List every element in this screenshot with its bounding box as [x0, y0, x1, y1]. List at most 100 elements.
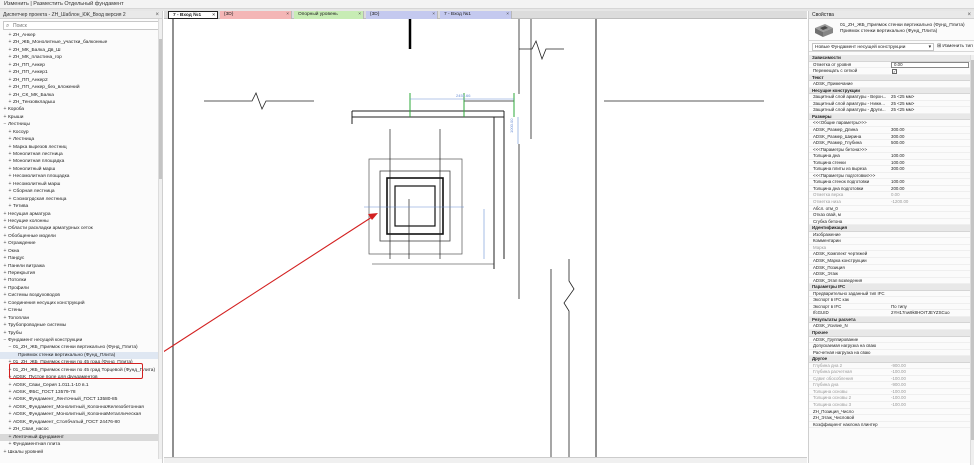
close-icon[interactable]: ×	[155, 11, 159, 19]
tree-item[interactable]: + Пандус	[0, 255, 162, 262]
close-icon[interactable]: ×	[967, 11, 971, 19]
close-tab-icon[interactable]: ×	[432, 11, 435, 19]
tree-item[interactable]: + Крыши	[0, 114, 162, 121]
properties-panel: Свойства × 01_ZH_ЖБ_Приямок стенки верти…	[808, 11, 974, 465]
tree-item[interactable]: + Топоплан	[0, 315, 162, 322]
tree-item[interactable]: + Потолки	[0, 277, 162, 284]
tree-item[interactable]: + Несущая арматура	[0, 211, 162, 218]
tree-item-label: Несомолитная площадка	[13, 174, 70, 180]
browser-scrollbar-thumb[interactable]	[159, 39, 162, 179]
tree-item[interactable]: + ADSK_Фундамент_Монолитный_КолоннаМеталл…	[0, 411, 162, 418]
edit-type-label: Изменить тип	[942, 44, 973, 49]
tree-item[interactable]: + Тетива	[0, 203, 162, 210]
plan-drawing: 2451.66 1000.00	[164, 19, 764, 463]
tree-item[interactable]: + ZH_МК_пластина_гор	[0, 54, 162, 61]
view-tab[interactable]: {3D} ×	[220, 11, 292, 19]
edit-type-button[interactable]: ⊞ Изменить тип	[937, 43, 973, 51]
tree-item[interactable]: + Трубопроводные системы	[0, 322, 162, 329]
tree-item[interactable]: + Области раскладки арматурных сеток	[0, 225, 162, 232]
tree-item[interactable]: + ZH_Анкер	[0, 32, 162, 39]
tree-item[interactable]: + ZH_ПП_Анкер2	[0, 77, 162, 84]
tree-item[interactable]: + ZH_ПП_Анкер_без_вложений	[0, 84, 162, 91]
tree-item[interactable]: + ZH_ПП_Анкер1	[0, 69, 162, 76]
property-row[interactable]: Коэффициент наклона плинтер	[809, 422, 971, 429]
tree-item[interactable]: + Ленточный фундамент	[0, 433, 162, 442]
tree-item[interactable]: + ADSK_Сваи_Серия 1.011.1-10 в.1	[0, 382, 162, 389]
tree-item[interactable]: + Монолитный марш	[0, 166, 162, 173]
type-thumbnail-icon	[815, 24, 833, 37]
tree-item[interactable]: + Шкалы уровней	[0, 449, 162, 456]
tree-item[interactable]: + Несомолитная площадка	[0, 173, 162, 180]
tree-item-label: Крыши	[8, 114, 24, 120]
tree-item[interactable]: + Несомолитный марш	[0, 181, 162, 188]
tree-item[interactable]: + Косоур	[0, 129, 162, 136]
tree-item[interactable]: + Ограждение	[0, 240, 162, 247]
tree-item[interactable]: + Марка вырезов лестниц	[0, 144, 162, 151]
chevron-down-icon: ▾	[928, 45, 931, 50]
tree-item[interactable]: + ZH_Свая_насос	[0, 426, 162, 433]
tree-item[interactable]: + Несущие колонны	[0, 218, 162, 225]
tree-item[interactable]: + ADSK_Фундамент_Монолитный_КолоннаЖелезо…	[0, 404, 162, 411]
view-tab-label: Опорный уровень	[298, 12, 338, 17]
tree-item[interactable]: + Панели витража	[0, 263, 162, 270]
view-tab-label: 7 - Вход №1	[173, 13, 202, 18]
view-tab[interactable]: 7 - Вход №1 ×	[440, 11, 512, 19]
view-tab-label: 7 - Вход №1	[444, 12, 471, 17]
tree-item[interactable]: + Соединения несущих конструкций	[0, 300, 162, 307]
tree-item[interactable]: + ZH_ПП_Анкер	[0, 62, 162, 69]
view-tab[interactable]: {3D} ×	[366, 11, 438, 19]
tree-item-label: Сборная лестница	[13, 189, 55, 195]
tree-item[interactable]: Приямок стенки вертикально (Фунд_Плита)	[0, 351, 162, 360]
tree-item[interactable]: + Сэсмогрдская лестница	[0, 196, 162, 203]
tree-item[interactable]: − Лестницы	[0, 121, 162, 128]
properties-header: Свойства ×	[809, 11, 974, 19]
tree-item[interactable]: + Сборная лестница	[0, 188, 162, 195]
tree-item[interactable]: + ADSK_Фундамент_Столбчатый_ГОСТ 24476-80	[0, 419, 162, 426]
browser-search: ⌕	[3, 21, 159, 30]
close-tab-icon[interactable]: ×	[506, 11, 509, 19]
tree-item[interactable]: + Перекрытия	[0, 270, 162, 277]
tree-item[interactable]: + ZH_ЖБ_Монолитные_участки_балконные	[0, 39, 162, 46]
close-tab-icon[interactable]: ×	[286, 11, 289, 19]
browser-scrollbar[interactable]	[158, 19, 162, 459]
tree-item[interactable]: + ZH_Тензовкладыш	[0, 99, 162, 106]
type-preview: 01_ZH_ЖБ_Приямок стенки вертикально (Фун…	[809, 19, 974, 41]
tree-item[interactable]: + Короба	[0, 106, 162, 113]
pit-wall-inner	[394, 185, 436, 227]
type-name: 01_ZH_ЖБ_Приямок стенки вертикально (Фун…	[840, 23, 965, 34]
ground-line-left	[204, 92, 314, 110]
property-value-input[interactable]: 0.00	[891, 62, 969, 68]
properties-scrollbar[interactable]	[970, 55, 974, 465]
type-selector-row: Новые Фундамент несущей конструкции ▾ ⊞ …	[809, 42, 974, 52]
tree-item[interactable]: + Монолитная площадка	[0, 158, 162, 165]
type-selector-dropdown[interactable]: Новые Фундамент несущей конструкции ▾	[812, 43, 934, 51]
tree-item[interactable]: + ZH_СК_МК_Балка	[0, 92, 162, 99]
search-input[interactable]	[13, 22, 153, 29]
tree-item[interactable]: −01_ZH_ЖБ_Приямок стенки вертикально (Фу…	[0, 344, 162, 351]
tree-item[interactable]: + Стены	[0, 307, 162, 314]
tree-item[interactable]: + ADSK_Фундамент_Ленточный_ГОСТ 13580-85	[0, 396, 162, 403]
tree-item-label: ZH_МК_Балка_Дв_Ш	[13, 47, 61, 53]
close-tab-icon[interactable]: ×	[212, 12, 215, 18]
tree-item[interactable]: + Лестница	[0, 136, 162, 143]
tree-item[interactable]: + Обобщенные модели	[0, 233, 162, 240]
tree-item[interactable]: + ZH_МК_Балка_Дв_Ш	[0, 47, 162, 54]
view-tab[interactable]: Опорный уровень ×	[294, 11, 364, 19]
tree-item-label: Пандус	[8, 256, 25, 262]
property-checkbox[interactable]: ✓	[892, 69, 897, 74]
tree-item[interactable]: + Окна	[0, 248, 162, 255]
view-tab[interactable]: 7 - Вход №1 ×	[168, 11, 218, 19]
close-tab-icon[interactable]: ×	[358, 11, 361, 19]
project-browser: Диспетчер проекта - ZH_Шаблон_КЖ_Вход ве…	[0, 11, 163, 463]
tree-item[interactable]: + Трубы	[0, 330, 162, 337]
tree-item[interactable]: − Фундамент несущей конструкции	[0, 337, 162, 344]
view-tab-label: {3D}	[370, 12, 380, 17]
drawing-canvas[interactable]: 2451.66 1000.00	[164, 19, 807, 463]
tree-item[interactable]: + Монолитная лестница	[0, 151, 162, 158]
tree-item[interactable]: + Системы воздуховодов	[0, 292, 162, 299]
tree-item[interactable]: + Фундаментная плита	[0, 441, 162, 448]
tree-item-label: Фундамент несущей конструкции	[8, 337, 83, 343]
tree-item[interactable]: + ADSK_ФБС_ГОСТ 13579-78	[0, 389, 162, 396]
tree-item-label: Топоплан	[8, 315, 30, 321]
tree-item[interactable]: + Профили	[0, 285, 162, 292]
